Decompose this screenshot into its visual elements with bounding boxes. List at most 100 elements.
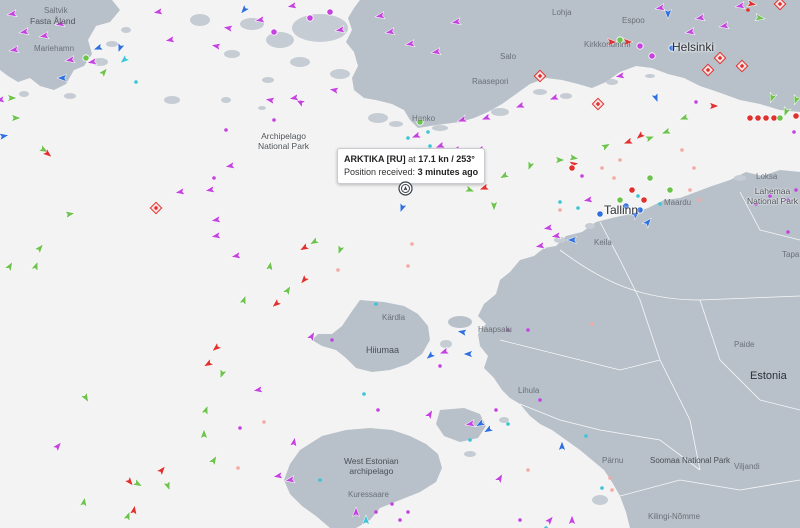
passenger-vessel-moored-53[interactable]	[596, 210, 604, 218]
tanker-vessel-moored-157[interactable]	[746, 114, 754, 122]
special-vessel-dot-73[interactable]	[374, 302, 378, 306]
pleasure-vessel-arrow-180[interactable]	[542, 223, 554, 233]
pleasure-vessel-dot-216[interactable]	[238, 426, 242, 430]
passenger-vessel-arrow-121[interactable]	[115, 41, 126, 54]
tanker-vessel-moored-158[interactable]	[754, 114, 762, 122]
pleasure-vessel-arrow-31[interactable]	[51, 440, 64, 453]
pleasure-vessel-dot-74[interactable]	[376, 408, 380, 412]
tanker-vessel-arrow-14[interactable]	[270, 297, 283, 310]
tanker-vessel-arrow-9[interactable]	[298, 241, 311, 254]
cargo-vessel-arrow-32[interactable]	[463, 184, 476, 195]
pleasure-vessel-arrow-134[interactable]	[164, 35, 176, 45]
fishing-vessel-dot-94[interactable]	[688, 188, 692, 192]
fishing-vessel-dot-93[interactable]	[680, 148, 684, 152]
fishing-vessel-dot-95[interactable]	[698, 198, 702, 202]
tanker-vessel-arrow-42[interactable]	[634, 129, 647, 142]
tanker-vessel-arrow-153[interactable]	[746, 0, 758, 8]
special-vessel-arrow-85[interactable]	[361, 514, 371, 526]
tanker-vessel-anchored-154[interactable]	[773, 0, 787, 11]
cargo-vessel-arrow-5[interactable]	[30, 260, 41, 273]
passenger-vessel-arrow-179[interactable]	[566, 235, 578, 245]
cargo-vessel-arrow-22[interactable]	[199, 428, 209, 440]
fishing-vessel-dot-90[interactable]	[600, 166, 604, 170]
cargo-vessel-arrow-11[interactable]	[335, 243, 346, 256]
passenger-vessel-arrow-70[interactable]	[456, 328, 468, 337]
cargo-vessel-moored-54[interactable]	[646, 174, 654, 182]
pleasure-vessel-moored-145[interactable]	[636, 42, 644, 50]
pleasure-vessel-arrow-105[interactable]	[514, 100, 527, 111]
pleasure-vessel-arrow-126[interactable]	[64, 55, 76, 65]
cargo-vessel-arrow-38[interactable]	[568, 153, 580, 163]
passenger-vessel-arrow-67[interactable]	[424, 349, 437, 362]
passenger-vessel-arrow-71[interactable]	[474, 417, 487, 430]
pleasure-vessel-arrow-143[interactable]	[450, 17, 462, 27]
cargo-vessel-arrow-27[interactable]	[131, 477, 144, 490]
passenger-vessel-arrow-169[interactable]	[641, 216, 654, 229]
cargo-vessel-arrow-40[interactable]	[599, 140, 612, 153]
cargo-vessel-arrow-36[interactable]	[489, 200, 499, 212]
pleasure-vessel-arrow-129[interactable]	[8, 45, 20, 55]
pleasure-vessel-moored-114[interactable]	[306, 14, 314, 22]
cargo-vessel-arrow-44[interactable]	[660, 126, 673, 137]
cargo-vessel-arrow-19[interactable]	[217, 367, 228, 380]
fishing-vessel-dot-89[interactable]	[526, 468, 530, 472]
passenger-vessel-arrow-7[interactable]	[0, 132, 10, 141]
tanker-vessel-arrow-41[interactable]	[622, 136, 635, 147]
fishing-vessel-dot-76[interactable]	[410, 242, 414, 246]
target-ring-icon[interactable]	[398, 181, 413, 196]
tanker-vessel-arrow-33[interactable]	[478, 182, 491, 193]
pleasure-vessel-dot-107[interactable]	[224, 128, 228, 132]
pleasure-vessel-arrow-151[interactable]	[734, 1, 746, 11]
tanker-vessel-anchored-8[interactable]	[149, 201, 163, 215]
cargo-vessel-arrow-152[interactable]	[754, 13, 766, 23]
pleasure-vessel-arrow-68[interactable]	[438, 346, 451, 357]
pleasure-vessel-dot-176[interactable]	[786, 230, 790, 234]
pleasure-vessel-dot-211[interactable]	[212, 176, 216, 180]
tanker-vessel-arrow-18[interactable]	[202, 357, 215, 370]
pleasure-vessel-arrow-209[interactable]	[204, 185, 216, 195]
pleasure-vessel-arrow-116[interactable]	[254, 15, 266, 25]
pleasure-vessel-arrow-131[interactable]	[38, 31, 50, 41]
pleasure-vessel-arrow-110[interactable]	[264, 96, 276, 105]
cargo-vessel-arrow-21[interactable]	[200, 404, 211, 417]
pleasure-vessel-arrow-177[interactable]	[582, 195, 594, 205]
cargo-vessel-arrow-50[interactable]	[791, 93, 800, 106]
special-vessel-dot-187[interactable]	[600, 486, 604, 490]
cargo-vessel-arrow-35[interactable]	[525, 159, 536, 172]
tanker-vessel-anchored-60[interactable]	[735, 59, 749, 73]
cargo-vessel-arrow-43[interactable]	[643, 133, 656, 144]
pleasure-vessel-arrow-208[interactable]	[210, 215, 222, 225]
special-vessel-dot-192[interactable]	[506, 422, 510, 426]
tanker-vessel-anchored-58[interactable]	[713, 51, 727, 65]
pleasure-vessel-dot-196[interactable]	[330, 338, 334, 342]
cargo-vessel-arrow-45[interactable]	[678, 112, 691, 123]
pleasure-vessel-arrow-178[interactable]	[550, 231, 562, 241]
passenger-vessel-arrow-123[interactable]	[92, 42, 105, 53]
cargo-vessel-moored-55[interactable]	[666, 186, 674, 194]
pleasure-vessel-arrow-130[interactable]	[18, 27, 30, 37]
special-vessel-dot-102[interactable]	[426, 130, 430, 134]
pleasure-vessel-arrow-181[interactable]	[534, 241, 546, 251]
pleasure-vessel-arrow-101[interactable]	[410, 130, 423, 141]
pleasure-vessel-arrow-106[interactable]	[548, 92, 561, 103]
pleasure-vessel-dot-190[interactable]	[518, 518, 522, 522]
fishing-vessel-dot-92[interactable]	[618, 158, 622, 162]
tanker-vessel-arrow-47[interactable]	[708, 101, 720, 111]
pleasure-vessel-moored-113[interactable]	[270, 28, 278, 36]
pleasure-vessel-dot-205[interactable]	[398, 518, 402, 522]
passenger-vessel-arrow-46[interactable]	[650, 91, 661, 104]
pleasure-vessel-dot-184[interactable]	[538, 398, 542, 402]
special-vessel-arrow-122[interactable]	[118, 53, 131, 66]
special-vessel-dot-171[interactable]	[658, 202, 662, 206]
pleasure-vessel-arrow-210[interactable]	[224, 161, 236, 171]
cargo-vessel-arrow-30[interactable]	[79, 496, 89, 508]
tanker-vessel-moored-161[interactable]	[792, 112, 800, 120]
pleasure-vessel-arrow-84[interactable]	[567, 514, 577, 526]
pleasure-vessel-arrow-87[interactable]	[493, 472, 506, 485]
pleasure-vessel-arrow-142[interactable]	[430, 47, 442, 57]
pleasure-vessel-arrow-206[interactable]	[230, 251, 242, 261]
fishing-vessel-dot-81[interactable]	[590, 322, 594, 326]
cargo-vessel-arrow-2[interactable]	[64, 210, 76, 219]
passenger-vessel-arrow-217[interactable]	[397, 201, 408, 214]
special-vessel-dot-219[interactable]	[406, 136, 410, 140]
